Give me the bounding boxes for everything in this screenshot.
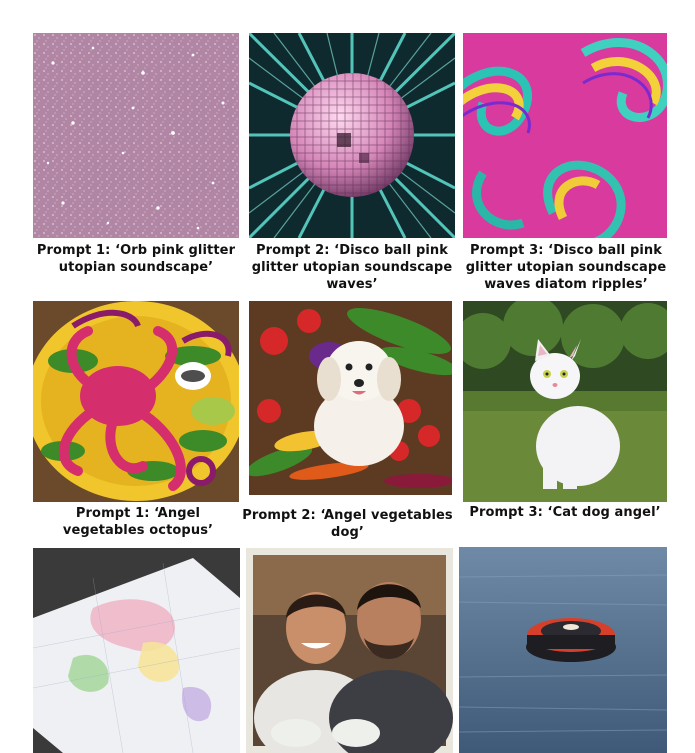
image-psychedelic-swirls bbox=[463, 33, 667, 238]
image-two-men bbox=[246, 548, 453, 753]
caption-r1c2: Prompt 2: ‘Disco ball pink glitter utopi… bbox=[251, 243, 453, 292]
floating-buoy-image bbox=[459, 547, 667, 753]
white-cat-image bbox=[463, 301, 667, 502]
caption-r2c1: Prompt 1: ‘Angel vegetables octopus’ bbox=[62, 506, 214, 538]
image-floating-buoy bbox=[459, 547, 667, 753]
octopus-vegetables-image bbox=[33, 301, 239, 502]
pink-glitter-image bbox=[33, 33, 239, 238]
two-men-image bbox=[246, 548, 453, 753]
puppy-vegetables-image bbox=[249, 301, 452, 495]
caption-r2c2: Prompt 2: ‘Angel vegetables dog’ bbox=[242, 508, 453, 540]
image-white-cat bbox=[463, 301, 667, 502]
caption-r1c3: Prompt 3: ‘Disco ball pink glitter utopi… bbox=[465, 243, 667, 292]
caption-r2c3: Prompt 3: ‘Cat dog angel’ bbox=[469, 505, 661, 520]
image-octopus-vegetables bbox=[33, 301, 239, 502]
world-map-image bbox=[33, 548, 240, 753]
image-puppy-vegetables bbox=[249, 301, 452, 495]
image-pink-glitter bbox=[33, 33, 239, 238]
caption-r1c1: Prompt 1: ‘Orb pink glitter utopian soun… bbox=[36, 243, 236, 275]
disco-ball-image bbox=[249, 33, 455, 238]
image-disco-ball bbox=[249, 33, 455, 238]
image-world-map bbox=[33, 548, 240, 753]
psychedelic-swirls-image bbox=[463, 33, 667, 238]
